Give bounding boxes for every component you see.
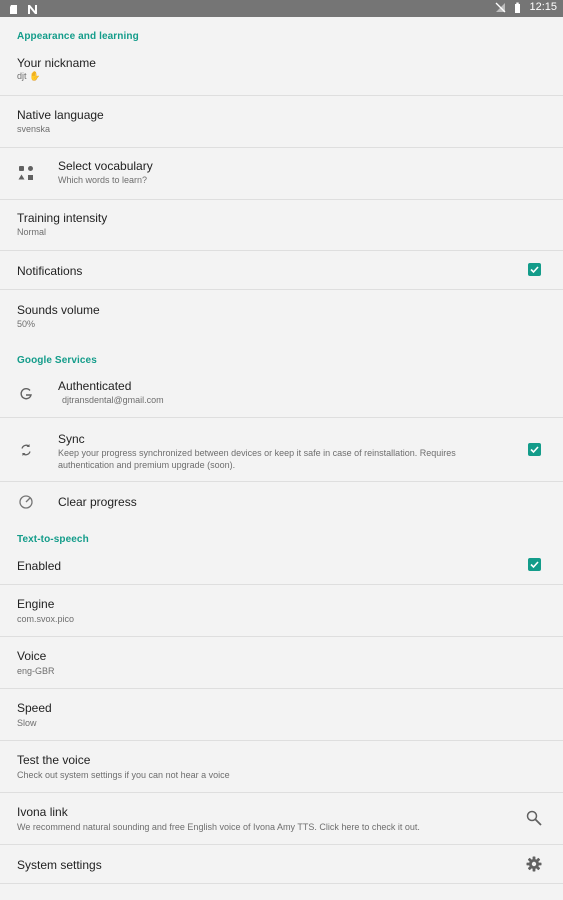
notifications-setting[interactable]: Notifications — [0, 251, 563, 290]
native-language-value: svenska — [17, 124, 51, 134]
training-intensity-value: Normal — [17, 227, 47, 237]
section-header-appearance: Appearance and learning — [17, 31, 139, 42]
notifications-checkbox[interactable] — [528, 263, 541, 276]
notification-n-icon — [27, 2, 38, 14]
sync-icon — [17, 441, 35, 459]
sync-setting[interactable]: Sync Keep your progress synchronized bet… — [0, 418, 563, 482]
ivona-link-subtitle: We recommend natural sounding and free E… — [17, 822, 420, 832]
authenticated-setting[interactable]: Authenticated djtransdental@gmail.com — [0, 367, 563, 418]
tts-enabled-checkbox[interactable] — [528, 558, 541, 571]
voice-value: eng-GBR — [17, 666, 55, 676]
select-vocabulary-title: Select vocabulary — [58, 159, 153, 173]
training-intensity-title: Training intensity — [17, 211, 108, 225]
test-voice-title: Test the voice — [17, 753, 91, 767]
nickname-title: Your nickname — [17, 56, 96, 70]
tts-enabled-setting[interactable]: Enabled — [0, 546, 563, 585]
authenticated-email: djtransdental@gmail.com — [62, 395, 164, 405]
status-bar: 12:15 — [0, 0, 563, 17]
system-settings-title: System settings — [17, 858, 102, 872]
speed-value: Slow — [17, 718, 37, 728]
clear-progress-icon — [17, 493, 35, 511]
clear-progress-setting[interactable]: Clear progress — [0, 482, 563, 522]
sd-card-icon — [8, 2, 19, 14]
sounds-volume-value: 50% — [17, 319, 36, 329]
native-language-setting[interactable]: Native language svenska — [0, 96, 563, 148]
ivona-link-title: Ivona link — [17, 805, 68, 819]
system-settings-setting[interactable]: System settings — [0, 845, 563, 884]
nickname-value: djt ✋ — [17, 71, 41, 81]
section-header-google: Google Services — [17, 355, 97, 366]
nickname-setting[interactable]: Your nickname djt ✋ — [0, 43, 563, 96]
sync-subtitle: Keep your progress synchronized between … — [58, 448, 456, 470]
ivona-link-setting[interactable]: Ivona link We recommend natural sounding… — [0, 793, 563, 845]
voice-setting[interactable]: Voice eng-GBR — [0, 637, 563, 689]
native-language-title: Native language — [17, 108, 104, 122]
sounds-volume-setting[interactable]: Sounds volume 50% — [0, 290, 563, 343]
test-voice-setting[interactable]: Test the voice Check out system settings… — [0, 741, 563, 793]
clock: 12:15 — [529, 1, 557, 13]
tts-enabled-title: Enabled — [17, 559, 62, 573]
google-icon — [17, 385, 35, 403]
battery-icon — [512, 2, 523, 13]
no-signal-icon — [495, 2, 506, 13]
voice-title: Voice — [17, 649, 47, 663]
test-voice-subtitle: Check out system settings if you can not… — [17, 770, 230, 780]
engine-value: com.svox.pico — [17, 614, 75, 624]
gear-icon[interactable] — [525, 855, 543, 873]
waving-hand-emoji-icon: ✋ — [29, 71, 41, 81]
search-icon[interactable] — [525, 809, 543, 827]
engine-setting[interactable]: Engine com.svox.pico — [0, 585, 563, 637]
section-header-tts: Text-to-speech — [17, 534, 89, 545]
select-vocabulary-setting[interactable]: Select vocabulary Which words to learn? — [0, 148, 563, 200]
select-vocabulary-subtitle: Which words to learn? — [58, 175, 148, 185]
speed-setting[interactable]: Speed Slow — [0, 689, 563, 741]
notifications-title: Notifications — [17, 264, 83, 278]
sync-title: Sync — [58, 432, 85, 446]
clear-progress-title: Clear progress — [58, 495, 137, 509]
vocabulary-grid-icon — [17, 164, 35, 182]
authenticated-title: Authenticated — [58, 379, 132, 393]
speed-title: Speed — [17, 701, 52, 715]
engine-title: Engine — [17, 597, 55, 611]
sounds-volume-title: Sounds volume — [17, 303, 100, 317]
training-intensity-setting[interactable]: Training intensity Normal — [0, 200, 563, 251]
sync-checkbox[interactable] — [528, 443, 541, 456]
